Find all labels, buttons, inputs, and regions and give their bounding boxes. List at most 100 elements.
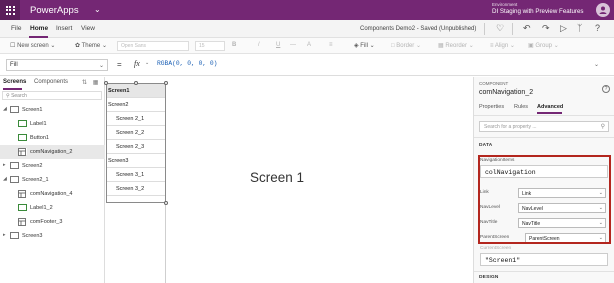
align-label: Align xyxy=(494,43,509,49)
share-user-icon[interactable]: ᛉ xyxy=(577,23,582,33)
bold-button[interactable]: B xyxy=(232,42,236,48)
divider xyxy=(484,23,485,35)
align-menu-button[interactable]: ≡ Align ⌄ xyxy=(490,42,515,49)
component-icon xyxy=(18,148,27,156)
font-select[interactable]: Open Sans xyxy=(117,41,189,51)
expand-formula-icon[interactable]: ⌄ xyxy=(594,61,599,68)
chevron-down-icon[interactable]: ⌄ xyxy=(145,60,149,66)
formula-input[interactable]: RGBA(0, 0, 0, 0) xyxy=(157,60,217,67)
active-tab-indicator xyxy=(3,88,22,90)
tree-item-label: Screen1 xyxy=(22,107,43,113)
tree-item-label1[interactable]: Label1 xyxy=(0,117,105,131)
font-size-select[interactable]: 15 xyxy=(195,41,225,51)
current-screen-input[interactable]: "Screen1" xyxy=(480,253,608,266)
ribbon-toolbar: ☐ New screen ⌄ ✿ Theme ⌄ Open Sans 15 B … xyxy=(0,38,614,54)
tree-item-label: Label1_2 xyxy=(30,205,53,211)
menu-view[interactable]: View xyxy=(81,25,95,32)
environment-label: Environment xyxy=(492,2,518,7)
menu-home[interactable]: Home xyxy=(30,25,48,32)
tree-item-button1[interactable]: Button1 xyxy=(0,131,105,145)
tab-rules[interactable]: Rules xyxy=(514,104,528,110)
tree-item-label: Screen2_1 xyxy=(22,177,49,183)
equals-sign: = xyxy=(117,60,122,69)
undo-icon[interactable]: ↶ xyxy=(523,23,531,34)
tree-item-label: comFooter_3 xyxy=(30,219,63,225)
menu-insert[interactable]: Insert xyxy=(56,25,72,32)
tab-screens[interactable]: Screens xyxy=(3,79,26,85)
border-button[interactable]: □ Border ⌄ xyxy=(391,42,421,49)
tree-toolbar: ⇅ ▦ xyxy=(82,79,98,86)
reorder-button[interactable]: ▦ Reorder ⌄ xyxy=(438,42,474,49)
expand-icon[interactable]: ◢ xyxy=(3,106,7,112)
tab-properties[interactable]: Properties xyxy=(479,104,504,110)
play-icon[interactable]: ▷ xyxy=(560,23,567,34)
app-checker-icon[interactable]: ♡ xyxy=(496,23,504,34)
text-align-button[interactable]: ≡ xyxy=(329,42,333,48)
collapse-icon[interactable]: ▸ xyxy=(3,162,6,168)
tree-item-screen2[interactable]: ▸ Screen2 xyxy=(0,159,105,173)
expand-icon[interactable]: ◢ xyxy=(3,176,7,182)
help-icon[interactable]: ? xyxy=(602,85,610,93)
component-icon xyxy=(18,218,27,226)
resize-handle[interactable] xyxy=(164,201,168,205)
button-icon xyxy=(18,134,27,141)
tree-item-label1-2[interactable]: Label1_2 xyxy=(0,201,105,215)
reorder-icon: ▦ xyxy=(438,43,444,49)
property-search-input[interactable]: Search for a property ... ⚲ xyxy=(479,121,609,132)
sort-icon[interactable]: ⇅ xyxy=(82,80,87,86)
group-label: Group xyxy=(535,43,553,49)
tree-search-input[interactable]: ⚲ Search xyxy=(2,91,102,100)
tree-item-screen3[interactable]: ▸ Screen3 xyxy=(0,229,105,243)
app-name[interactable]: PowerApps xyxy=(30,5,79,16)
group-icon: ▣ xyxy=(528,43,534,49)
active-tab-indicator xyxy=(537,112,562,114)
chevron-down-icon[interactable]: ⌄ xyxy=(94,5,101,14)
environment-picker[interactable]: Environment DI Staging with Preview Feat… xyxy=(492,2,583,15)
tree-item-screen1[interactable]: ◢ Screen1 xyxy=(0,103,105,117)
grid-view-icon[interactable]: ▦ xyxy=(93,80,99,86)
menu-file[interactable]: File xyxy=(11,25,21,32)
property-search-placeholder: Search for a property ... xyxy=(484,124,537,130)
tree-item-label: Screen2 xyxy=(22,163,43,169)
properties-panel: COMPONENT comNavigation_2 ? Properties R… xyxy=(473,77,614,283)
resize-handle[interactable] xyxy=(164,81,168,85)
screen-icon xyxy=(10,106,19,113)
user-icon xyxy=(599,6,607,14)
font-color-button[interactable]: A xyxy=(307,42,311,48)
help-icon[interactable]: ? xyxy=(595,23,600,33)
canvas[interactable]: Screen1 Screen2 Screen 2_1 Screen 2_2 Sc… xyxy=(104,77,472,283)
underline-button[interactable]: U xyxy=(276,42,280,48)
tree-tabs: Screens Components ⇅ ▦ xyxy=(0,77,105,90)
resize-handle[interactable] xyxy=(134,81,138,85)
tab-advanced[interactable]: Advanced xyxy=(537,104,563,110)
redo-icon[interactable]: ↷ xyxy=(542,23,550,34)
tree-item-comnavigation-2[interactable]: comNavigation_2 xyxy=(0,145,105,159)
paint-bucket-icon: ◈ xyxy=(354,43,359,49)
chevron-down-icon: ⌄ xyxy=(101,43,107,49)
italic-button[interactable]: / xyxy=(258,42,260,48)
fx-icon[interactable]: fx xyxy=(134,59,140,68)
fill-button[interactable]: ◈ Fill ⌄ xyxy=(354,42,375,49)
user-avatar[interactable] xyxy=(596,3,610,17)
tree-item-comnavigation-4[interactable]: comNavigation_4 xyxy=(0,187,105,201)
property-select[interactable]: Fill ⌄ xyxy=(6,59,108,71)
group-button[interactable]: ▣ Group ⌄ xyxy=(528,42,559,49)
screen-title-label[interactable]: Screen 1 xyxy=(250,170,304,185)
new-screen-button[interactable]: ☐ New screen ⌄ xyxy=(10,42,55,49)
component-name[interactable]: comNavigation_2 xyxy=(479,89,533,96)
new-screen-icon: ☐ xyxy=(10,43,16,49)
tree-item-comfooter-3[interactable]: comFooter_3 xyxy=(0,215,105,229)
tree-item-screen2-1[interactable]: ◢ Screen2_1 xyxy=(0,173,105,187)
search-icon: ⚲ xyxy=(6,93,10,99)
strikethrough-button[interactable]: — xyxy=(290,42,296,48)
collapse-icon[interactable]: ▸ xyxy=(3,232,6,238)
tree-item-label: comNavigation_4 xyxy=(30,191,73,197)
component-icon xyxy=(18,190,27,198)
tab-components[interactable]: Components xyxy=(34,79,68,85)
chevron-down-icon: ⌄ xyxy=(369,43,375,49)
theme-button[interactable]: ✿ Theme ⌄ xyxy=(75,42,107,49)
section-data-heading: DATA xyxy=(479,143,493,148)
app-launcher-icon[interactable] xyxy=(0,0,20,20)
resize-handle[interactable] xyxy=(104,81,108,85)
section-design-heading: DESIGN xyxy=(479,275,499,280)
